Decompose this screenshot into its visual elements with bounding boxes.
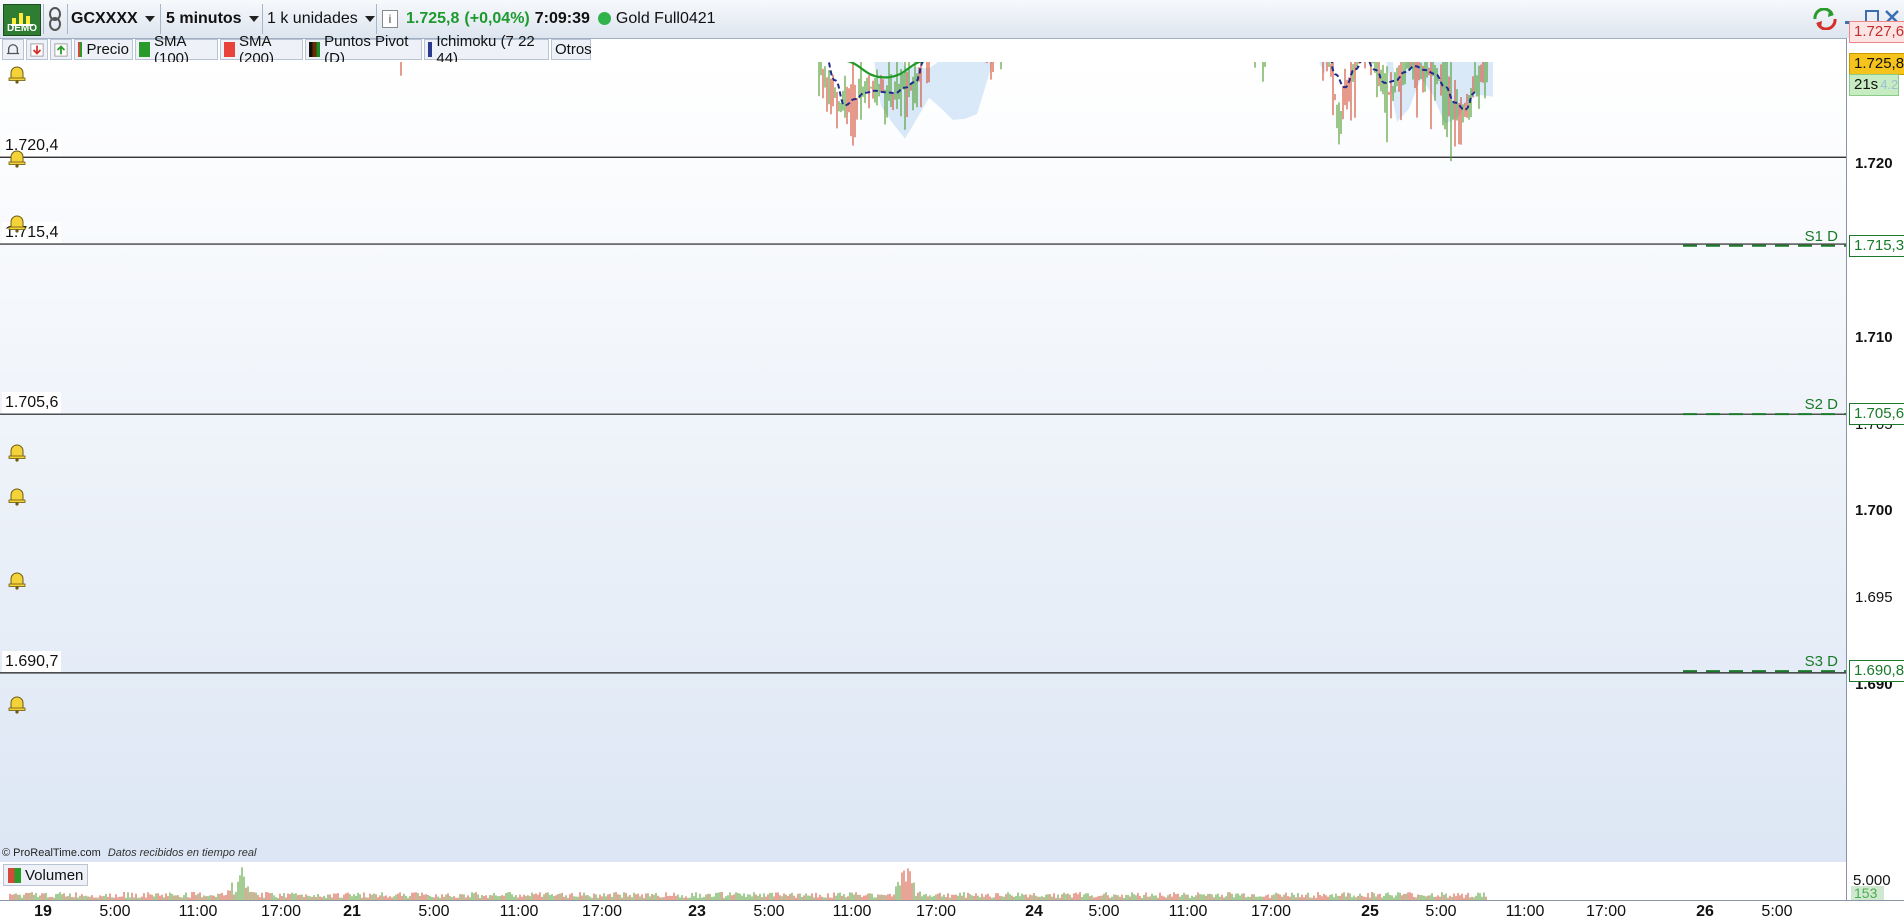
credit-note: Datos recibidos en tiempo real bbox=[107, 847, 257, 859]
time-axis-label: 11:00 bbox=[178, 903, 218, 920]
axis-tick-label: 1.695 bbox=[1855, 589, 1893, 607]
price-change: (+0,04%) bbox=[464, 9, 530, 27]
time-axis-label: 17:00 bbox=[581, 903, 623, 920]
time-axis-label: 26 bbox=[1696, 903, 1714, 920]
time-axis-label: 5:00 bbox=[99, 903, 131, 920]
price-chart[interactable]: R3 DR2 DR1 DPiv DS1 DS2 DS3 D bbox=[0, 62, 1846, 862]
axis-tick-label: 1.700 bbox=[1855, 502, 1893, 520]
units-selector[interactable]: 1 k unidades bbox=[267, 5, 375, 32]
symbol-selector[interactable]: GCXXXX bbox=[71, 5, 155, 32]
legend-pivot[interactable]: Puntos Pivot (D) bbox=[305, 33, 422, 67]
volume-axis: 5.000 153 bbox=[1846, 862, 1904, 900]
time-axis-label: 17:00 bbox=[1250, 903, 1292, 920]
axis-pivot-tag: 1.705,6 bbox=[1849, 403, 1904, 426]
alert-bell-icon[interactable] bbox=[7, 64, 27, 84]
status-dot bbox=[597, 12, 611, 25]
pivot-label: S1 D bbox=[1805, 228, 1839, 245]
axis-last-price-tag: 1.725,8 bbox=[1849, 52, 1904, 75]
legend-label: Otros bbox=[555, 41, 592, 58]
time-axis-label: 11:00 bbox=[1505, 903, 1545, 920]
chevron-down-icon bbox=[144, 15, 155, 22]
demo-logo: DEMO bbox=[3, 4, 41, 36]
precio-swatch bbox=[78, 42, 83, 57]
alert-bell-icon[interactable] bbox=[7, 694, 27, 714]
link-icon[interactable] bbox=[47, 5, 63, 32]
left-level-value: 1.690,7 bbox=[2, 650, 62, 672]
chart-background bbox=[0, 62, 1846, 862]
countdown-extra: 4.2 bbox=[1880, 76, 1899, 92]
instrument-name: Gold Full0421 bbox=[615, 9, 716, 27]
time-axis-label: 24 bbox=[1025, 903, 1043, 920]
time-axis-label: 5:00 bbox=[753, 903, 785, 920]
alert-bell-icon[interactable] bbox=[2, 39, 24, 60]
countdown-seconds: 21s bbox=[1854, 75, 1879, 93]
axis-sma-tag: 1.727,6 bbox=[1849, 21, 1904, 44]
last-price: 1.725,8 bbox=[406, 9, 460, 27]
time-axis-label: 25 bbox=[1361, 903, 1379, 920]
volume-up bbox=[15, 867, 1485, 900]
volume-bars bbox=[9, 867, 1487, 900]
alert-bell-icon[interactable] bbox=[7, 570, 27, 590]
legend-sma100[interactable]: SMA (100) bbox=[135, 33, 218, 67]
time-axis-label: 11:00 bbox=[832, 903, 872, 920]
ichimoku-swatch bbox=[428, 42, 433, 57]
time-axis-label: 5:00 bbox=[1425, 903, 1457, 920]
time-axis[interactable]: 19 5:00 11:00 17:00 21 5:00 11:00 17:00 23 5:00 11… bbox=[0, 900, 1904, 924]
time-axis-label: 17:00 bbox=[260, 903, 302, 920]
alert-bell-icon[interactable] bbox=[7, 486, 27, 506]
quote-time: 7:09:39 bbox=[534, 9, 590, 27]
bar-countdown: 21s 4.2 bbox=[1849, 73, 1899, 96]
time-axis-label: 5:00 bbox=[1761, 903, 1793, 920]
credit-source: © ProRealTime.com bbox=[2, 847, 101, 859]
volume-current: 153 bbox=[1851, 886, 1884, 900]
alert-bell-icon[interactable] bbox=[7, 213, 27, 233]
left-level-value: 1.705,6 bbox=[2, 392, 62, 414]
time-axis-label: 11:00 bbox=[499, 903, 539, 920]
info-icon[interactable]: i bbox=[382, 5, 398, 32]
data-credit: © ProRealTime.com Datos recibidos en tie… bbox=[2, 847, 256, 859]
axis-pivot-tag: 1.690,8 bbox=[1849, 660, 1904, 683]
chevron-down-icon bbox=[364, 15, 375, 22]
time-axis-label: 5:00 bbox=[418, 903, 450, 920]
time-axis-label: 11:00 bbox=[1168, 903, 1208, 920]
pivot-label: S2 D bbox=[1805, 396, 1839, 413]
sync-icon[interactable] bbox=[1812, 7, 1838, 35]
sma200-swatch bbox=[224, 42, 235, 57]
pivot-label: S3 D bbox=[1805, 653, 1839, 670]
axis-tick-label: 1.720 bbox=[1855, 155, 1893, 173]
legend-ichimoku[interactable]: Ichimoku (7 22 44) bbox=[424, 33, 549, 67]
legend-otros-button[interactable]: Otros bbox=[551, 39, 592, 60]
time-axis-label: 21 bbox=[343, 903, 361, 920]
indicator-legend: Precio SMA (100) SMA (200) Puntos Pivot … bbox=[0, 33, 1846, 67]
time-axis-label: 23 bbox=[688, 903, 706, 920]
sma100-swatch bbox=[139, 42, 150, 57]
legend-sma200[interactable]: SMA (200) bbox=[220, 33, 303, 67]
time-axis-label: 19 bbox=[34, 903, 52, 920]
buy-arrow-icon[interactable] bbox=[50, 39, 72, 60]
time-axis-label: 17:00 bbox=[915, 903, 957, 920]
sell-arrow-icon[interactable] bbox=[26, 39, 48, 60]
time-axis-label: 17:00 bbox=[1585, 903, 1627, 920]
axis-tick-label: 1.710 bbox=[1855, 328, 1893, 346]
alert-bell-icon[interactable] bbox=[7, 442, 27, 462]
legend-precio[interactable]: Precio bbox=[74, 39, 133, 60]
time-axis-label: 5:00 bbox=[1088, 903, 1120, 920]
chevron-down-icon bbox=[248, 15, 259, 22]
alert-bell-icon[interactable] bbox=[7, 148, 27, 168]
quote-info: 1.725,8 (+0,04%) 7:09:39 Gold Full0421 bbox=[406, 5, 716, 32]
volume-panel[interactable]: Volumen bbox=[0, 862, 1846, 900]
pivot-swatch bbox=[309, 42, 321, 57]
timeframe-selector[interactable]: 5 minutos bbox=[166, 5, 259, 32]
legend-label: Precio bbox=[86, 41, 129, 58]
price-axis[interactable]: 1.7601.7551.7501.7451.7401.7351.7301.725… bbox=[1846, 21, 1904, 900]
axis-pivot-tag: 1.715,3 bbox=[1849, 234, 1904, 257]
